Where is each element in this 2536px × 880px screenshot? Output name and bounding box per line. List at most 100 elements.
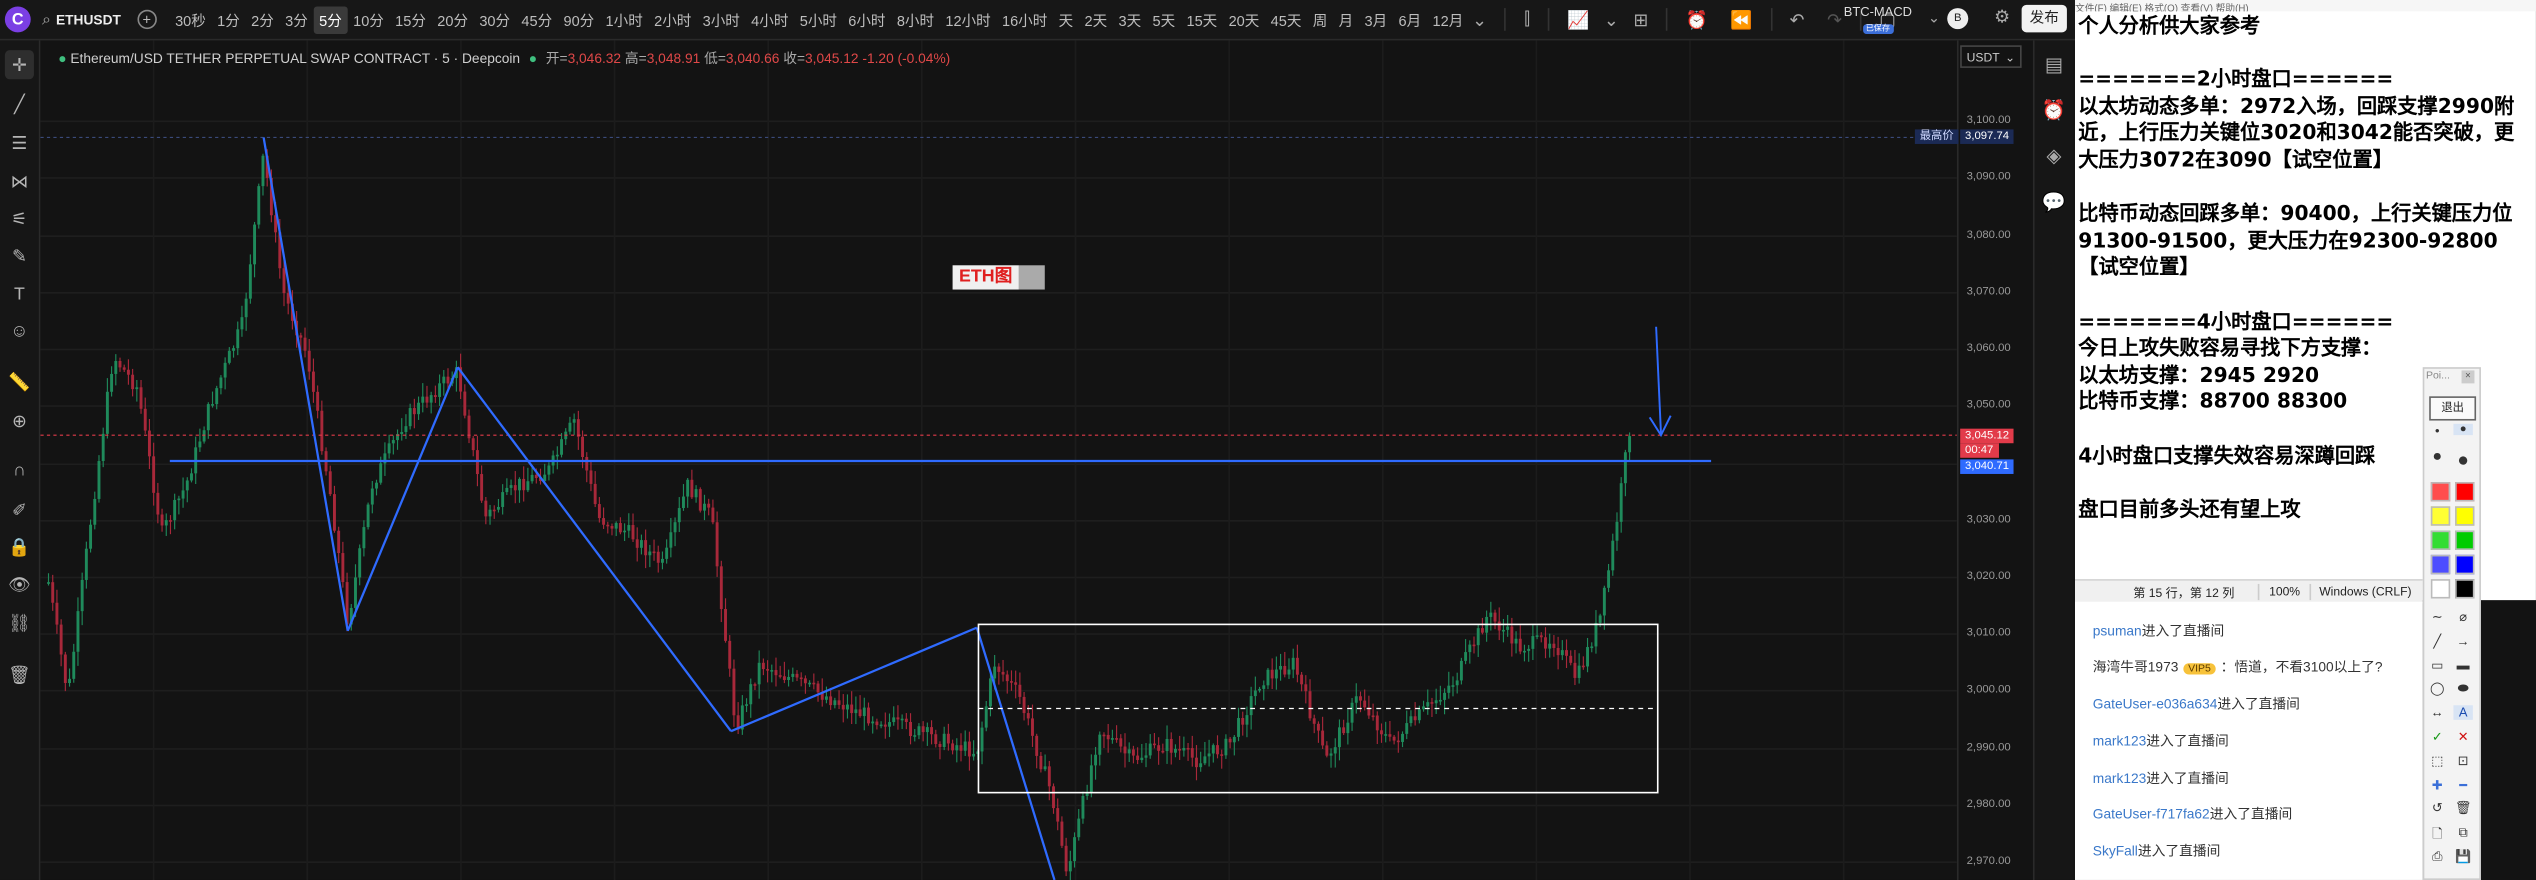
chat-username[interactable]: SkyFall xyxy=(2093,843,2138,859)
timeframe-15[interactable]: 5小时 xyxy=(794,9,843,30)
timeframe-27[interactable]: 周 xyxy=(1307,9,1333,30)
chevron-down-icon[interactable]: ⌄ xyxy=(1472,9,1487,30)
layout-grid-icon[interactable]: ⊞ xyxy=(1633,9,1648,30)
timeframe-1[interactable]: 1分 xyxy=(211,9,245,30)
timeframe-0[interactable]: 30秒 xyxy=(169,9,211,30)
candlestick-canvas[interactable] xyxy=(40,40,1957,880)
layers-icon[interactable]: ◈ xyxy=(2041,144,2067,170)
timeframe-5[interactable]: 10分 xyxy=(347,9,389,30)
chevron-down-icon[interactable]: ⌄ xyxy=(1928,10,1940,28)
timeframe-16[interactable]: 6小时 xyxy=(843,9,892,30)
trash-icon[interactable]: 🗑 xyxy=(5,660,34,689)
symbol-search-icon[interactable]: ⌕ xyxy=(42,11,51,29)
timeframe-20[interactable]: 天 xyxy=(1053,9,1079,30)
timeframe-31[interactable]: 12月 xyxy=(1427,9,1469,30)
timeframe-7[interactable]: 20分 xyxy=(432,9,474,30)
color-swatch-2[interactable] xyxy=(2430,506,2451,526)
replay-icon[interactable]: ⏪ xyxy=(1730,9,1752,30)
rectangle-icon[interactable]: ▭ xyxy=(2428,658,2447,673)
dot-medium-icon[interactable]: ● xyxy=(2453,423,2473,436)
filled-ellipse-icon[interactable]: ⬬ xyxy=(2453,682,2472,698)
new-page-icon[interactable]: 🗋 xyxy=(2428,825,2447,848)
indicator-layout-selector[interactable]: BTC-MACD 已保存 xyxy=(1844,5,1912,34)
timeframe-12[interactable]: 2小时 xyxy=(648,9,697,30)
brush-icon[interactable]: ✎ xyxy=(5,241,34,270)
timeframe-4[interactable]: 5分 xyxy=(313,5,348,34)
timeframe-28[interactable]: 月 xyxy=(1333,9,1359,30)
color-swatch-1[interactable] xyxy=(2455,482,2475,502)
ruler-icon[interactable]: 📏 xyxy=(5,367,34,396)
chevron-down-icon[interactable]: ⌄ xyxy=(1604,9,1619,30)
add-symbol-icon[interactable]: + xyxy=(137,9,157,30)
timeframe-10[interactable]: 90分 xyxy=(558,9,600,30)
timeframe-11[interactable]: 1小时 xyxy=(600,9,649,30)
text-tool-icon[interactable]: A xyxy=(2453,705,2473,721)
currency-selector[interactable]: USDT ⌄ xyxy=(1960,45,2022,68)
candle-type-icon[interactable]: ⫿ xyxy=(1524,9,1530,30)
settings-icon[interactable]: ⚙ xyxy=(1994,6,2010,27)
chat-username[interactable]: GateUser-e036a634 xyxy=(2093,696,2218,712)
timeframe-14[interactable]: 4小时 xyxy=(746,9,795,30)
chat-username[interactable]: mark123 xyxy=(2093,770,2146,786)
symbol-label[interactable]: ETHUSDT xyxy=(56,11,121,27)
color-swatch-5[interactable] xyxy=(2455,530,2475,550)
watchlist-icon[interactable]: ▤ xyxy=(2041,53,2067,79)
alert-icon[interactable]: ⏰ xyxy=(1685,9,1707,30)
timeframe-22[interactable]: 3天 xyxy=(1113,9,1147,30)
timeframe-17[interactable]: 8小时 xyxy=(891,9,940,30)
color-swatch-8[interactable] xyxy=(2430,579,2451,599)
text-icon[interactable]: T xyxy=(5,280,34,309)
eth-annotation-badge[interactable]: ETH图 xyxy=(952,265,1053,290)
redo-icon[interactable]: ↷ xyxy=(1827,9,1842,30)
ellipse-icon[interactable]: ◯ xyxy=(2428,682,2447,697)
timeframe-23[interactable]: 5天 xyxy=(1147,9,1181,30)
fib-icon[interactable]: ⚟ xyxy=(5,204,34,233)
print-icon[interactable]: ⎙ xyxy=(2428,849,2447,865)
magnet-icon[interactable]: ∩ xyxy=(5,456,34,485)
line-icon[interactable]: ╱ xyxy=(2428,634,2447,649)
chat-username[interactable]: 海湾牛哥1973 xyxy=(2093,658,2179,674)
color-swatch-9[interactable] xyxy=(2455,579,2475,599)
color-swatch-4[interactable] xyxy=(2430,530,2451,550)
undo-icon[interactable]: ↺ xyxy=(2428,801,2447,816)
notepad-menu[interactable]: 文件(F) 编辑(E) 格式(O) 查看(V) 帮助(H) xyxy=(2074,0,2536,12)
dot-large-icon[interactable]: ● xyxy=(2428,448,2447,466)
filled-rectangle-icon[interactable]: ▬ xyxy=(2453,658,2472,673)
arrow-icon[interactable]: → xyxy=(2453,634,2472,649)
timeframe-2[interactable]: 2分 xyxy=(245,9,279,30)
minus-icon[interactable]: ━ xyxy=(2453,777,2472,792)
price-chart[interactable] xyxy=(40,40,2030,880)
alarm-clock-icon[interactable]: ⏰ xyxy=(2041,99,2067,125)
eraser-icon[interactable]: ⌀ xyxy=(2453,610,2472,625)
check-icon[interactable]: ✓ xyxy=(2428,730,2447,745)
eye-icon[interactable]: 👁 xyxy=(5,569,34,598)
chat-username[interactable]: psuman xyxy=(2093,623,2142,639)
timeframe-25[interactable]: 20天 xyxy=(1223,9,1265,30)
copy-icon[interactable]: ⧉ xyxy=(2453,825,2472,841)
trend-line-icon[interactable]: ╱ xyxy=(5,89,34,118)
timeframe-21[interactable]: 2天 xyxy=(1079,9,1113,30)
pattern-icon[interactable]: ⋈ xyxy=(5,167,34,196)
timeframe-18[interactable]: 12小时 xyxy=(940,9,997,30)
timeframe-26[interactable]: 45天 xyxy=(1265,9,1307,30)
dot-xlarge-icon[interactable]: ● xyxy=(2453,448,2472,471)
chat-username[interactable]: mark123 xyxy=(2093,733,2146,749)
publish-button[interactable]: 发布 xyxy=(2021,4,2067,33)
plus-icon[interactable]: ✚ xyxy=(2428,777,2447,792)
color-swatch-7[interactable] xyxy=(2455,554,2475,575)
dot-small-icon[interactable]: • xyxy=(2428,424,2447,439)
link-icon[interactable]: ⛓ xyxy=(5,608,34,637)
timeframe-29[interactable]: 3月 xyxy=(1359,9,1393,30)
zoom-in-icon[interactable]: ⊕ xyxy=(5,406,34,435)
chat-username[interactable]: GateUser-f717fa62 xyxy=(2093,806,2210,822)
color-swatch-0[interactable] xyxy=(2430,482,2451,502)
horizontal-lines-icon[interactable]: ☰ xyxy=(5,128,34,157)
crosshair-icon[interactable]: ✛ xyxy=(4,50,34,80)
lock-icon[interactable]: 🔒 xyxy=(5,532,34,561)
timeframe-9[interactable]: 45分 xyxy=(516,9,558,30)
undo-icon[interactable]: ↶ xyxy=(1790,9,1805,30)
save-icon[interactable]: 💾 xyxy=(2453,849,2472,864)
double-arrow-icon[interactable]: ↔ xyxy=(2428,706,2447,721)
timeframe-24[interactable]: 15天 xyxy=(1181,9,1223,30)
avatar[interactable]: B xyxy=(1947,8,1969,30)
